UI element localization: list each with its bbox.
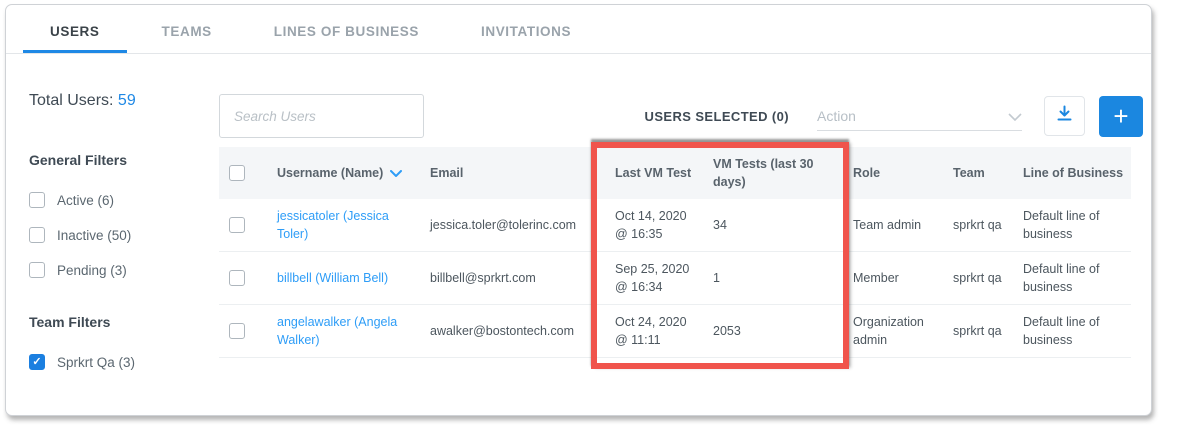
row-checkbox[interactable] (229, 270, 245, 286)
filter-sprkrt-qa[interactable]: Sprkrt Qa (3) (29, 354, 209, 370)
add-user-button[interactable]: + (1099, 96, 1143, 137)
checkbox-sprkrt-qa[interactable] (29, 354, 45, 370)
username-link[interactable]: angelawalker (Angela Walker) (277, 315, 397, 347)
last-vm-test-cell: Sep 25, 2020 @ 16:34 (601, 260, 711, 296)
header-line-of-business[interactable]: Line of Business (1021, 164, 1131, 182)
tab-bar: USERS TEAMS LINES OF BUSINESS INVITATION… (6, 5, 1151, 54)
header-last-vm-test[interactable]: Last VM Test (601, 164, 711, 182)
filter-inactive-label: Inactive (50) (57, 228, 131, 243)
last-vm-test-cell: Oct 14, 2020 @ 16:35 (601, 207, 711, 243)
username-link[interactable]: billbell (William Bell) (277, 271, 388, 285)
select-all-checkbox[interactable] (229, 165, 245, 181)
line-of-business-cell: Default line of business (1021, 207, 1131, 243)
filter-pending-label: Pending (3) (57, 263, 127, 278)
filter-pending[interactable]: Pending (3) (29, 262, 209, 278)
users-table: Username (Name) Email Last VM Test VM Te… (219, 147, 1131, 358)
table-row: jessicatoler (Jessica Toler) jessica.tol… (219, 199, 1131, 252)
tab-invitations[interactable]: INVITATIONS (454, 24, 598, 53)
team-cell: sprkrt qa (951, 216, 1021, 234)
checkbox-pending[interactable] (29, 262, 45, 278)
email-cell: jessica.toler@tolerinc.com (428, 216, 601, 234)
username-cell: jessicatoler (Jessica Toler) (275, 207, 428, 243)
action-dropdown[interactable]: Action (817, 101, 1022, 131)
tab-lines-of-business[interactable]: LINES OF BUSINESS (247, 24, 446, 53)
header-select-all[interactable] (219, 165, 275, 181)
download-icon (1056, 105, 1073, 127)
team-cell: sprkrt qa (951, 269, 1021, 287)
checkbox-inactive[interactable] (29, 227, 45, 243)
table-header-row: Username (Name) Email Last VM Test VM Te… (219, 147, 1131, 199)
row-checkbox[interactable] (229, 323, 245, 339)
action-dropdown-value: Action (817, 108, 856, 124)
chevron-down-icon (1008, 108, 1022, 124)
vm-tests-cell: 34 (711, 216, 851, 234)
general-filters-group: General Filters Active (6) Inactive (50)… (29, 152, 209, 278)
filter-sprkrt-qa-label: Sprkrt Qa (3) (57, 355, 135, 370)
total-users: Total Users: 59 (29, 92, 209, 110)
filter-active[interactable]: Active (6) (29, 192, 209, 208)
header-role[interactable]: Role (851, 164, 951, 182)
team-filters-group: Team Filters Sprkrt Qa (3) (29, 314, 209, 370)
line-of-business-cell: Default line of business (1021, 313, 1131, 349)
team-cell: sprkrt qa (951, 322, 1021, 340)
filter-active-label: Active (6) (57, 193, 114, 208)
role-cell: Member (851, 269, 951, 287)
checkbox-active[interactable] (29, 192, 45, 208)
toolbar: USERS SELECTED (0) Action (219, 94, 1143, 138)
email-cell: awalker@bostontech.com (428, 322, 601, 340)
search-input[interactable] (219, 94, 424, 138)
username-cell: billbell (William Bell) (275, 269, 428, 287)
row-checkbox[interactable] (229, 217, 245, 233)
tab-users[interactable]: USERS (23, 24, 127, 53)
vm-tests-cell: 2053 (711, 322, 851, 340)
role-cell: Team admin (851, 216, 951, 234)
header-team[interactable]: Team (951, 164, 1021, 182)
filter-inactive[interactable]: Inactive (50) (29, 227, 209, 243)
header-username[interactable]: Username (Name) (275, 164, 428, 182)
header-vm-tests-30d[interactable]: VM Tests (last 30 days) (711, 155, 851, 191)
total-users-value: 59 (118, 92, 136, 109)
users-main: USERS SELECTED (0) Action (219, 54, 1151, 416)
last-vm-test-cell: Oct 24, 2020 @ 11:11 (601, 313, 711, 349)
download-users-button[interactable] (1044, 96, 1085, 136)
vm-tests-cell: 1 (711, 269, 851, 287)
filters-sidebar: Total Users: 59 General Filters Active (… (6, 54, 219, 416)
line-of-business-cell: Default line of business (1021, 260, 1131, 296)
sort-chevron-icon (390, 170, 402, 177)
total-users-label: Total Users: (29, 92, 113, 109)
tab-teams[interactable]: TEAMS (135, 24, 239, 53)
team-filters-title: Team Filters (29, 314, 209, 330)
table-row: billbell (William Bell) billbell@sprkrt.… (219, 252, 1131, 305)
user-management-panel: USERS TEAMS LINES OF BUSINESS INVITATION… (5, 4, 1152, 416)
username-cell: angelawalker (Angela Walker) (275, 313, 428, 349)
role-cell: Organization admin (851, 313, 951, 349)
header-username-label: Username (Name) (277, 164, 383, 182)
users-selected-count: USERS SELECTED (0) (645, 109, 789, 124)
header-email[interactable]: Email (428, 164, 601, 182)
username-link[interactable]: jessicatoler (Jessica Toler) (277, 209, 389, 241)
general-filters-title: General Filters (29, 152, 209, 168)
table-row: angelawalker (Angela Walker) awalker@bos… (219, 305, 1131, 358)
email-cell: billbell@sprkrt.com (428, 269, 601, 287)
